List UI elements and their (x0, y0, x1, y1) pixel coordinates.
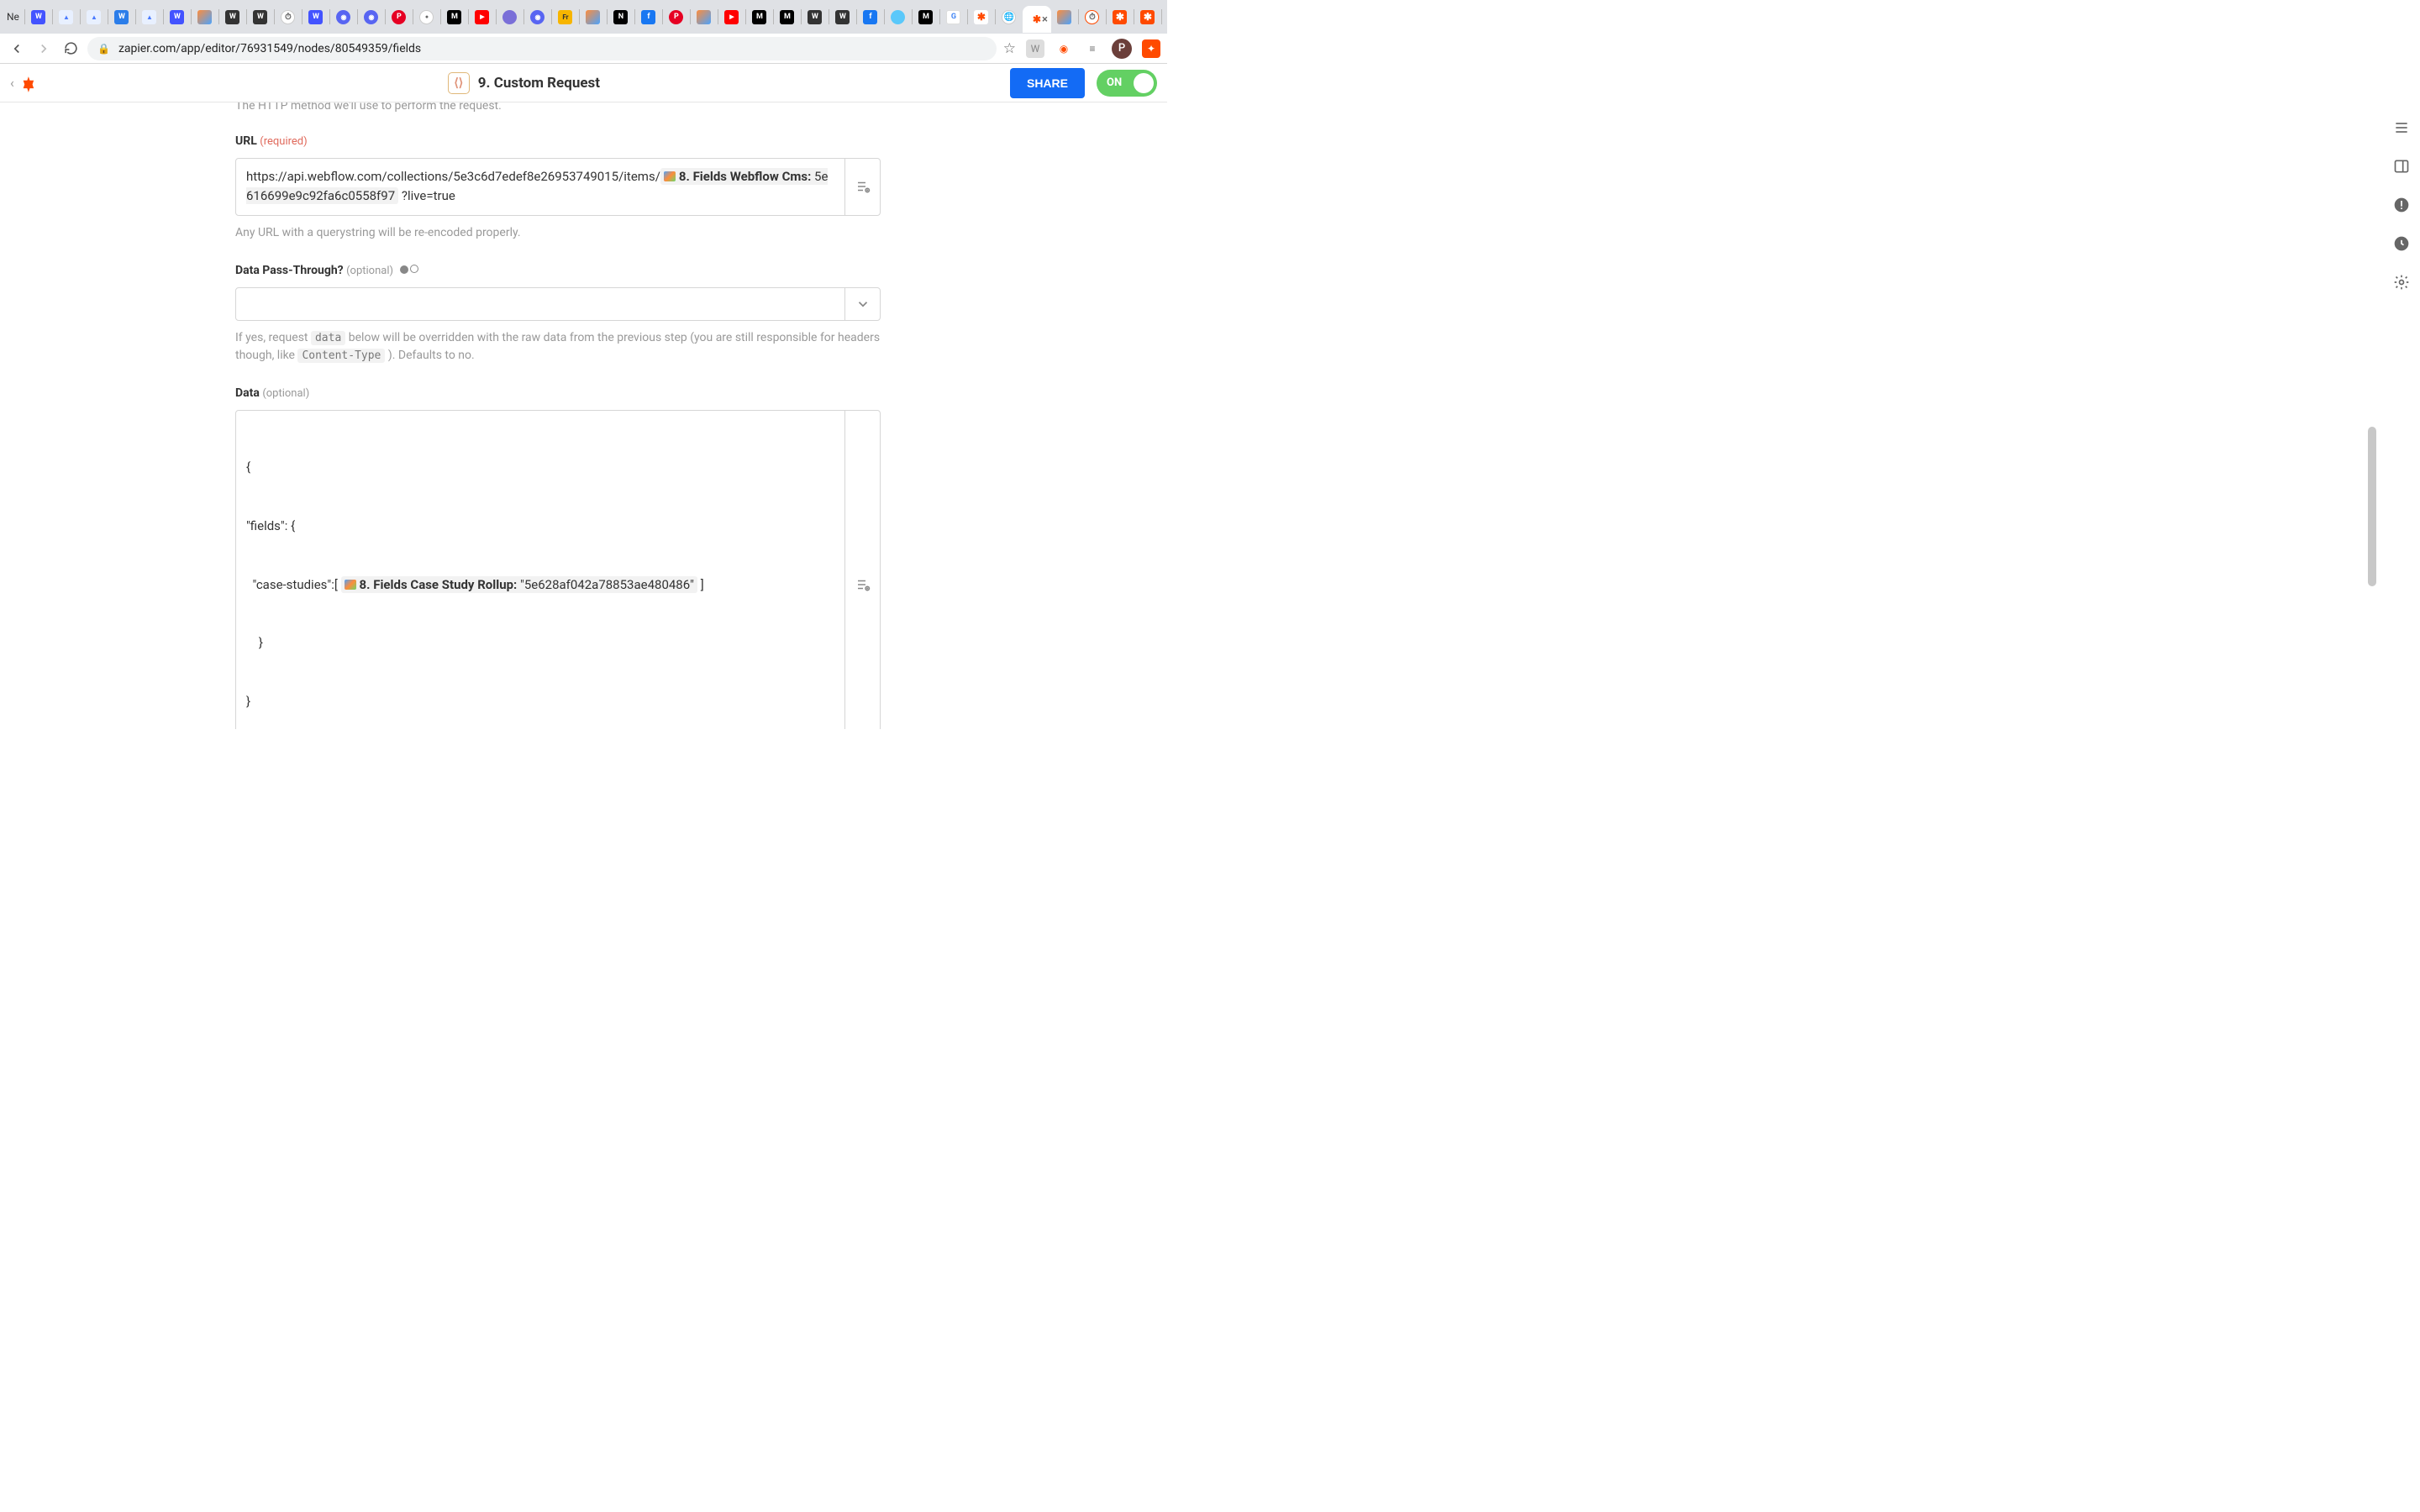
browser-tab[interactable] (276, 5, 300, 29)
app-header: ‹ ⟨⟩ 9. Custom Request SHARE ON (0, 64, 1167, 102)
back-button[interactable] (7, 39, 27, 59)
tab-group-label: Ne (3, 11, 23, 23)
field-label-text: URL (235, 134, 257, 148)
extension-icon[interactable]: W (1026, 39, 1044, 58)
browser-tab[interactable] (110, 5, 134, 29)
insert-data-button[interactable] (844, 159, 880, 215)
browser-tab[interactable] (471, 5, 494, 29)
browser-tab[interactable] (138, 5, 161, 29)
chevron-left-icon[interactable]: ‹ (10, 75, 14, 91)
browser-tab[interactable] (997, 5, 1021, 29)
sidebar-icon[interactable] (2390, 155, 2413, 178)
browser-tabs-bar: Ne × + (0, 0, 1167, 34)
airtable-icon (345, 580, 356, 590)
zapier-logo-icon[interactable] (19, 74, 38, 92)
airtable-icon (664, 171, 676, 181)
browser-tab[interactable] (665, 5, 688, 29)
data-textarea[interactable]: { "fields": { "case-studies":[ 8. Fields… (235, 410, 881, 730)
url-text: zapier.com/app/editor/76931549/nodes/805… (118, 42, 421, 55)
browser-tab[interactable] (914, 5, 938, 29)
browser-tab[interactable] (886, 5, 910, 29)
scrollbar-thumb[interactable] (2368, 427, 2376, 586)
browser-tab[interactable] (1136, 5, 1160, 29)
browser-tab[interactable] (387, 5, 411, 29)
browser-tab[interactable] (55, 5, 78, 29)
browser-tab[interactable] (1108, 5, 1132, 29)
browser-tab[interactable] (443, 5, 466, 29)
browser-tab[interactable] (1081, 5, 1104, 29)
optional-tag: (optional) (262, 387, 309, 400)
history-icon[interactable] (2390, 232, 2413, 255)
url-help-text: Any URL with a querystring will be re-en… (235, 224, 881, 242)
field-data-passthrough: Data Pass-Through? (optional) If yes, re… (235, 264, 881, 365)
passthrough-help-text: If yes, request data below will be overr… (235, 329, 881, 365)
browser-tab[interactable] (82, 5, 106, 29)
browser-tab[interactable] (554, 5, 577, 29)
browser-tab[interactable] (221, 5, 245, 29)
browser-tab[interactable] (720, 5, 744, 29)
form-panel: The HTTP method we'll use to perform the… (235, 102, 918, 729)
browser-tab[interactable] (27, 5, 50, 29)
url-input[interactable]: 🔒 zapier.com/app/editor/76931549/nodes/8… (87, 37, 997, 60)
right-rail (2383, 104, 2420, 294)
method-help-text: The HTTP method we'll use to perform the… (235, 102, 881, 113)
close-icon[interactable]: × (1042, 13, 1048, 26)
alert-icon[interactable] (2390, 193, 2413, 217)
toggle-knob (1134, 73, 1154, 93)
browser-tab[interactable] (831, 5, 855, 29)
browser-tab[interactable] (942, 5, 965, 29)
outline-icon[interactable] (2390, 116, 2413, 139)
url-input-box[interactable]: https://api.webflow.com/collections/5e3c… (235, 158, 881, 216)
browser-tab[interactable] (498, 5, 522, 29)
settings-icon[interactable] (2390, 270, 2413, 294)
browser-tab[interactable] (332, 5, 355, 29)
star-icon[interactable]: ☆ (1003, 40, 1016, 57)
field-url: URL (required) https://api.webflow.com/c… (235, 134, 881, 242)
extension-icon[interactable]: ✦ (1142, 39, 1160, 58)
browser-tab[interactable] (193, 5, 217, 29)
browser-tab[interactable] (526, 5, 550, 29)
browser-tab[interactable] (748, 5, 771, 29)
reload-button[interactable] (60, 39, 81, 59)
browser-tab[interactable] (1053, 5, 1076, 29)
browser-tab[interactable] (637, 5, 660, 29)
profile-avatar[interactable]: P (1112, 39, 1132, 59)
browser-tab[interactable] (415, 5, 439, 29)
required-tag: (required) (260, 135, 307, 148)
extension-icon[interactable]: ◉ (1055, 39, 1073, 58)
forward-button[interactable] (34, 39, 54, 59)
address-bar: 🔒 zapier.com/app/editor/76931549/nodes/8… (0, 34, 1167, 64)
browser-tab[interactable] (166, 5, 189, 29)
extension-icon[interactable]: ≡ (1083, 39, 1102, 58)
browser-tab[interactable] (692, 5, 716, 29)
browser-tab[interactable] (581, 5, 605, 29)
toggle-label: ON (1107, 76, 1122, 89)
browser-tab[interactable] (970, 5, 993, 29)
browser-tab[interactable] (859, 5, 882, 29)
browser-tab[interactable] (304, 5, 328, 29)
optional-tag: (optional) (346, 265, 393, 277)
browser-tab[interactable] (776, 5, 799, 29)
passthrough-select[interactable] (235, 287, 881, 321)
browser-tab[interactable] (249, 5, 272, 29)
browser-tab[interactable] (609, 5, 633, 29)
field-label-text: Data (235, 386, 260, 400)
share-button[interactable]: SHARE (1010, 68, 1085, 98)
browser-tab[interactable] (803, 5, 827, 29)
lock-icon: 🔒 (97, 43, 110, 55)
zap-on-toggle[interactable]: ON (1097, 70, 1157, 97)
page-title: 9. Custom Request (478, 75, 600, 92)
field-data: Data (optional) { "fields": { "case-stud… (235, 386, 881, 730)
browser-tab-active[interactable]: × (1023, 6, 1051, 33)
chevron-down-icon[interactable] (844, 288, 880, 320)
dynamic-field-chip[interactable]: 8. Fields Case Study Rollup: "5e628af042… (341, 576, 697, 593)
browser-tab[interactable] (1164, 5, 1167, 29)
field-label-text: Data Pass-Through? (235, 264, 344, 277)
insert-data-button[interactable] (844, 411, 880, 730)
browser-tab[interactable] (360, 5, 383, 29)
step-app-icon: ⟨⟩ (448, 72, 470, 94)
toggle-indicator-icon (400, 265, 420, 276)
